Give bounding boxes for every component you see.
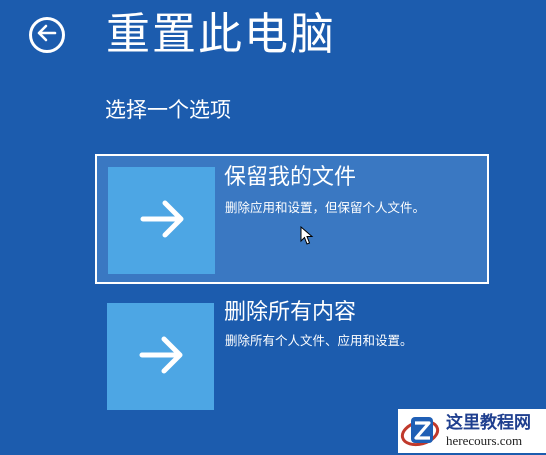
watermark-name: 这里教程网: [446, 413, 531, 433]
mouse-cursor-icon: [300, 225, 314, 246]
page-title: 重置此电脑: [106, 9, 336, 60]
page-subtitle: 选择一个选项: [105, 98, 231, 122]
option-description: 删除所有个人文件、应用和设置。: [225, 333, 413, 348]
option-remove-everything[interactable]: 删除所有内容 删除所有个人文件、应用和设置。: [95, 292, 489, 422]
option-keep-files[interactable]: 保留我的文件 删除应用和设置，但保留个人文件。: [95, 154, 489, 284]
option-title: 保留我的文件: [224, 165, 357, 190]
option-tile: [107, 303, 214, 410]
back-button[interactable]: [29, 17, 65, 53]
right-arrow-icon: [139, 199, 185, 243]
option-description: 删除应用和设置，但保留个人文件。: [225, 200, 426, 215]
option-tile: [108, 167, 215, 274]
watermark: 这里教程网 herecours.com: [398, 409, 546, 453]
back-arrow-icon: [37, 24, 57, 46]
watermark-url: herecours.com: [446, 433, 523, 448]
option-title: 删除所有内容: [224, 300, 357, 325]
right-arrow-icon: [138, 335, 184, 379]
watermark-logo-icon: [400, 411, 442, 451]
